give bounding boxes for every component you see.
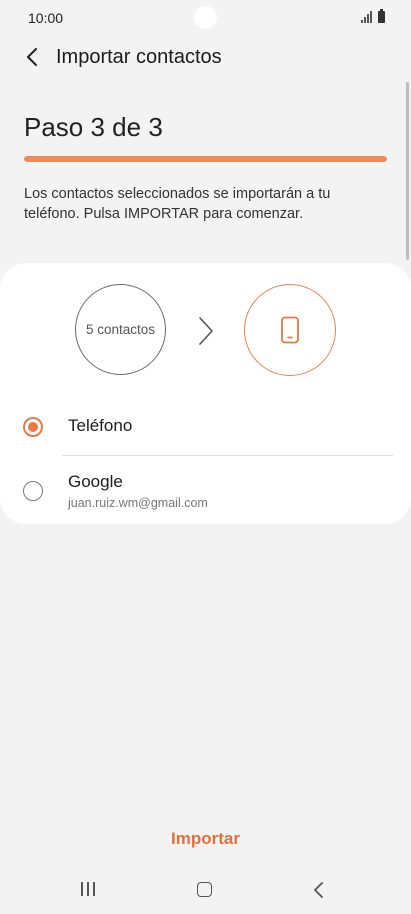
phone-icon — [281, 316, 299, 344]
status-icons — [361, 9, 385, 23]
recents-icon[interactable] — [81, 882, 95, 896]
option-label-google: Google — [68, 472, 123, 491]
scrollbar[interactable] — [406, 82, 409, 260]
target-phone-circle — [244, 284, 336, 376]
page-title: Importar contactos — [56, 46, 222, 68]
import-card: 5 contactos Teléfono Google juan.ruiz.wm… — [0, 263, 411, 524]
back-arrow-icon — [27, 48, 37, 66]
home-icon[interactable] — [197, 882, 212, 897]
source-count-label: 5 contactos — [85, 322, 156, 337]
battery-icon — [378, 9, 385, 23]
back-button[interactable] — [18, 42, 48, 72]
back-icon[interactable] — [311, 881, 327, 899]
status-time: 10:00 — [28, 10, 64, 26]
status-bar: 10:00 — [0, 0, 411, 36]
signal-icon — [361, 11, 372, 23]
camera-cutout — [194, 6, 217, 29]
radio-unselected-icon[interactable] — [23, 481, 43, 501]
option-google[interactable]: Google juan.ruiz.wm@gmail.com — [0, 459, 411, 517]
option-label-phone: Teléfono — [68, 416, 133, 435]
chevron-right-icon — [199, 317, 213, 345]
progress-bar — [24, 156, 387, 162]
progress-fill — [24, 156, 387, 162]
source-contacts-circle: 5 contactos — [75, 284, 166, 375]
description-text: Los contactos seleccionados se importará… — [24, 186, 331, 222]
app-bar: Importar contactos — [0, 36, 411, 80]
step-title: Paso 3 de 3 — [24, 112, 163, 142]
google-account-email: juan.ruiz.wm@gmail.com — [68, 496, 208, 510]
radio-selected-icon[interactable] — [23, 417, 43, 437]
navigation-bar — [0, 866, 411, 914]
option-phone[interactable]: Teléfono — [0, 403, 411, 457]
divider — [62, 455, 393, 456]
import-button[interactable]: Importar — [0, 822, 411, 856]
